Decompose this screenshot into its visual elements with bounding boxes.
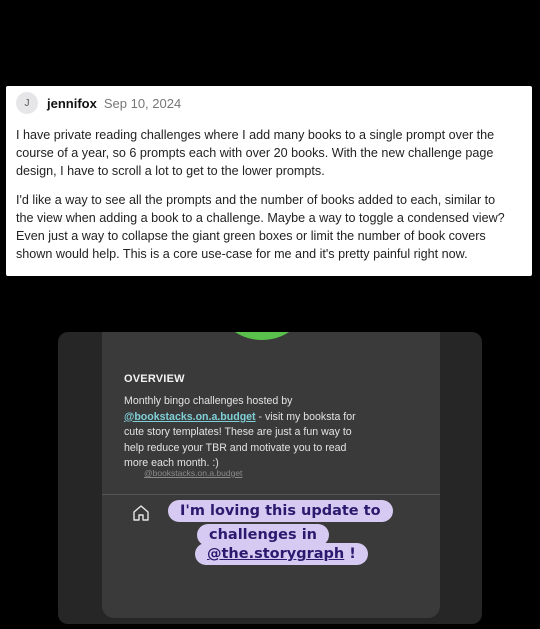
comment-paragraph: I have private reading challenges where … — [16, 128, 495, 178]
sticker-line-1: I'm loving this update to — [168, 500, 393, 522]
overview-handle-link[interactable]: @bookstacks.on.a.budget — [124, 411, 256, 423]
faint-handle: @bookstacks.on.a.budget — [144, 468, 243, 478]
challenge-page: OVERVIEW Monthly bingo challenges hosted… — [102, 332, 440, 618]
phone-screenshot: OVERVIEW Monthly bingo challenges hosted… — [58, 332, 482, 624]
overview-description: Monthly bingo challenges hosted by @book… — [124, 394, 364, 472]
comment-header: J jennifox Sep 10, 2024 — [16, 92, 181, 114]
sticker-line-3: @the.storygraph ! — [195, 543, 368, 565]
comment-date: Sep 10, 2024 — [103, 95, 182, 111]
overview-intro: Monthly bingo challenges hosted by — [124, 395, 293, 407]
comment-card: J jennifox Sep 10, 2024 I have private r… — [6, 86, 532, 276]
comment-paragraph: I'd like a way to see all the prompts an… — [16, 193, 505, 261]
green-circle-shape — [212, 332, 312, 340]
avatar[interactable]: J — [16, 92, 38, 114]
divider — [102, 494, 440, 495]
overview-title: OVERVIEW — [124, 373, 185, 385]
username[interactable]: jennifox — [47, 96, 97, 111]
sticker-end: ! — [344, 546, 356, 562]
sticker-handle: @the.storygraph — [207, 546, 345, 562]
home-icon[interactable] — [132, 504, 150, 522]
